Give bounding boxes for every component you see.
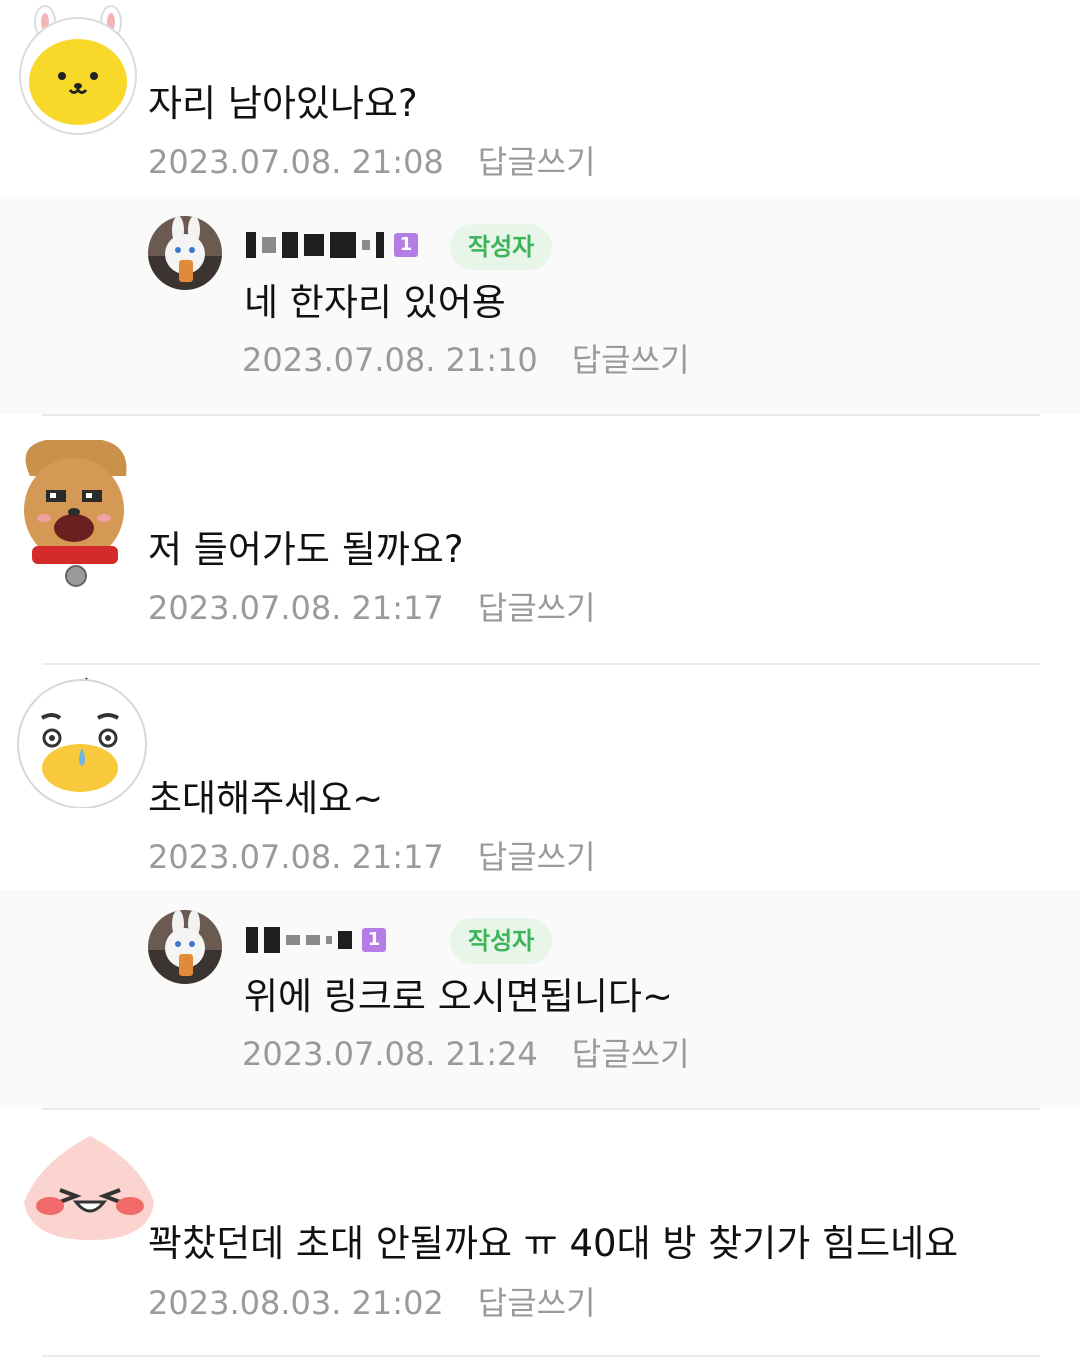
comment-date: 2023.08.03. 21:02 [148,1284,444,1322]
author-badge: 작성자 [450,224,553,270]
comment-divider [42,1108,1040,1110]
peach-avatar[interactable] [20,1132,160,1244]
reply-button[interactable]: 답글쓰기 [478,838,596,876]
author-badge: 작성자 [450,918,553,964]
white-rabbit-avatar[interactable] [148,910,222,984]
white-duck-avatar[interactable] [14,672,150,809]
comment-text: 꽉찼던데 초대 안될까요 ㅠ 40대 방 찾기가 힘드네요 [148,1222,959,1265]
comment-text: 저 들어가도 될까요? [148,528,464,571]
comment-divider [42,1355,1040,1357]
reply-date: 2023.07.08. 21:10 [242,341,538,379]
reply-text: 네 한자리 있어용 [244,281,506,324]
comment-text: 자리 남아있나요? [148,82,418,125]
comment-text: 초대해주세요~ [148,777,384,820]
brown-dog-avatar[interactable] [16,436,132,592]
comment-meta: 2023.07.08. 21:17 답글쓰기 [148,838,596,876]
comment-date: 2023.07.08. 21:17 [148,589,444,627]
author-nickname-censored: 1 [246,925,386,955]
reply-button[interactable]: 답글쓰기 [478,589,596,627]
reply-button[interactable]: 답글쓰기 [572,341,690,379]
author-nickname-censored: 1 [246,230,418,260]
comment-meta: 2023.08.03. 21:02 답글쓰기 [148,1284,596,1322]
comment-meta: 2023.07.08. 21:17 답글쓰기 [148,589,596,627]
comment-date: 2023.07.08. 21:08 [148,143,444,181]
level-badge: 1 [394,233,418,257]
comment-divider [42,414,1040,416]
reply-button[interactable]: 답글쓰기 [478,143,596,181]
reply-meta: 2023.07.08. 21:24 답글쓰기 [242,1035,690,1073]
comment-date: 2023.07.08. 21:17 [148,838,444,876]
level-badge: 1 [362,928,386,952]
white-rabbit-avatar[interactable] [148,216,222,290]
reply-date: 2023.07.08. 21:24 [242,1035,538,1073]
comment-divider [42,663,1040,665]
reply-text: 위에 링크로 오시면됩니다~ [244,975,673,1018]
reply-meta: 2023.07.08. 21:10 답글쓰기 [242,341,690,379]
reply-button[interactable]: 답글쓰기 [478,1284,596,1322]
reply-button[interactable]: 답글쓰기 [572,1035,690,1073]
yellow-bunny-hood-avatar[interactable] [18,4,138,136]
comment-meta: 2023.07.08. 21:08 답글쓰기 [148,143,596,181]
